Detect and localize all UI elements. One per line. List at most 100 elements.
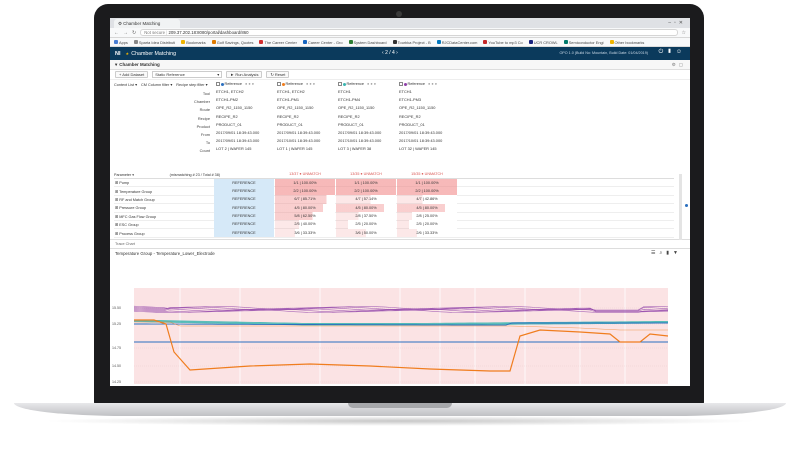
match-cell[interactable]: 1/1 | 100.00%	[275, 178, 335, 187]
bookmark-label: Tourbka Project - B	[397, 39, 431, 45]
match-cell[interactable]: REFERENCE	[214, 212, 274, 221]
column-actions-icon[interactable]: ● ● ●	[245, 82, 254, 86]
bookmark-icon	[609, 40, 614, 45]
match-cell[interactable]: REFERENCE	[214, 195, 274, 204]
bookmark-item[interactable]: Golf Savings, Quotes	[211, 39, 254, 45]
group-name[interactable]: ⊞ Pressure Group	[114, 205, 210, 210]
header-icons[interactable]: ⏻▮☺	[659, 49, 686, 56]
bookmark-item[interactable]: System Dashboard	[348, 40, 387, 45]
match-cell[interactable]: 2/2 | 100.00%	[275, 186, 335, 196]
match-cell[interactable]: 4/7 | 57.14%	[336, 195, 396, 204]
match-cell[interactable]: 2/5 | 20.00%	[397, 220, 457, 229]
bookmark-item[interactable]: RJCDataCenter.com	[436, 40, 477, 45]
panel-title: Chamber Matching	[119, 62, 160, 67]
match-cell[interactable]: 2/5 | 20.00%	[336, 220, 396, 229]
match-cell[interactable]: REFERENCE	[214, 220, 274, 229]
match-cell[interactable]: 2/2 | 100.00%	[397, 186, 457, 196]
match-cell[interactable]: 3/6 | 33.33%	[275, 228, 335, 238]
group-name[interactable]: ⊞ Pump	[114, 180, 210, 185]
bookmark-item[interactable]: UCR CROWL	[528, 40, 558, 45]
collapse-icon[interactable]: ▾	[115, 62, 117, 68]
group-name[interactable]: ⊞ ESC Group	[114, 222, 210, 227]
bookmark-item[interactable]: YouTube to mp3 Co	[483, 40, 523, 45]
bookmark-item[interactable]: Tourbka Project - B	[392, 39, 431, 45]
dataset-column: Reference ● ● ● ETCH1, ETCH2 ETCH1-PM2 OPE_R…	[214, 80, 274, 154]
y-tick-label: 14.75	[112, 346, 121, 350]
browser-tabbar: ⚙ Chamber Matching –▫✕	[110, 18, 690, 28]
match-cell[interactable]: 2/8 | 25.00%	[397, 212, 457, 221]
bookmark-item[interactable]: Semiconductor Engi	[563, 40, 604, 45]
bookmark-icon	[302, 40, 307, 45]
context-row-label: Tool	[202, 91, 210, 96]
url-field[interactable]: Not secure | 209.37.202.18:8080/portal/d…	[140, 29, 678, 36]
match-cell[interactable]: 2/2 | 100.00%	[336, 186, 396, 196]
match-cell[interactable]: REFERENCE	[214, 178, 274, 187]
recipe-step-filter[interactable]: Recipe step filter ▾	[176, 82, 207, 87]
cm-column-filter[interactable]: CM Column filter ▾	[141, 82, 172, 87]
group-name[interactable]: ⊞ Temperature Group	[114, 189, 210, 194]
checkbox[interactable]	[399, 82, 403, 86]
back-icon[interactable]: ←	[114, 30, 119, 36]
context-value: ETCH1-PM2	[216, 97, 239, 103]
checkbox[interactable]	[277, 82, 281, 86]
page-nav[interactable]: ‹ 2 / 4 ›	[382, 50, 398, 56]
bookmark-icon	[259, 40, 264, 45]
group-name[interactable]: ⊞ MFC Gas Flow Group	[114, 214, 210, 219]
column-actions-icon[interactable]: ● ● ●	[367, 82, 376, 86]
context-filters: Context List ▾ CM Column filter ▾ Recipe…	[114, 82, 208, 87]
bookmark-item[interactable]: Bookmarks	[181, 40, 206, 45]
match-cell[interactable]: 4/5 | 80.00%	[397, 203, 457, 213]
match-cell[interactable]: 3/6 | 50.00%	[336, 228, 396, 238]
group-row[interactable]: ⊞ Process Group REFERENCE 3/6 | 33.33% 3/6 …	[114, 228, 674, 238]
bookmark-item[interactable]: The Career Center	[259, 40, 297, 45]
column-actions-icon[interactable]: ● ● ●	[306, 82, 315, 86]
context-value: PRODUCT_01	[277, 121, 303, 127]
group-name[interactable]: ⊞ RF and Match Group	[114, 197, 210, 202]
bookmark-label: Other bookmarks	[614, 39, 645, 45]
dataset-column-header: Reference ● ● ●	[336, 80, 396, 88]
matching-table: Context List ▾ CM Column filter ▾ Recipe…	[110, 80, 690, 240]
match-cell[interactable]: 4/5 | 80.00%	[275, 203, 335, 213]
match-cell[interactable]: 5/8 | 62.50%	[275, 212, 335, 221]
match-cell[interactable]: 4/5 | 80.00%	[336, 203, 396, 213]
match-cell[interactable]: 2/8 | 37.50%	[336, 212, 396, 221]
trace-chart[interactable]: 15.50 15.25 14.75 14.50 14.25	[110, 286, 690, 386]
panel-controls[interactable]: ⚙▢	[672, 62, 686, 68]
context-list-filter[interactable]: Context List ▾	[114, 82, 137, 87]
match-cell[interactable]: 1/1 | 100.00%	[336, 178, 396, 187]
match-cell[interactable]: 2/6 | 33.33%	[397, 228, 457, 238]
bookmark-label: Golf Savings, Quotes	[216, 39, 254, 45]
group-name[interactable]: ⊞ Process Group	[114, 231, 210, 236]
vertical-scrollbar[interactable]	[679, 174, 682, 240]
bookmark-item[interactable]: Career Center - Gro	[302, 40, 343, 45]
parameter-label[interactable]: Parameter ▾	[114, 173, 156, 177]
context-value: 2017/10/01 18:39:43.000	[399, 138, 443, 144]
browser-tab[interactable]: ⚙ Chamber Matching	[114, 19, 180, 28]
match-cell[interactable]: 4/7 | 42.86%	[397, 195, 457, 204]
checkbox[interactable]	[338, 82, 342, 86]
context-value: PRODUCT_01	[216, 121, 242, 127]
reload-icon[interactable]: ↻	[132, 30, 136, 36]
column-actions-icon[interactable]: ● ● ●	[428, 82, 437, 86]
match-cell[interactable]: REFERENCE	[214, 228, 274, 238]
window-controls[interactable]: –▫✕	[668, 20, 686, 26]
bookmark-item[interactable]: Other bookmarks	[609, 39, 645, 45]
series-color-icon	[281, 82, 285, 86]
match-cell[interactable]: REFERENCE	[214, 203, 274, 213]
checkbox[interactable]	[216, 82, 220, 86]
match-cell[interactable]: REFERENCE	[214, 186, 274, 196]
run-analysis-button[interactable]: ► Run Analysis	[226, 71, 263, 78]
reference-select[interactable]: Static Reference	[152, 71, 223, 78]
context-row-label: Route	[199, 107, 210, 113]
bookmark-item[interactable]: Apps	[114, 40, 128, 45]
add-dataset-button[interactable]: + Add Dataset	[115, 71, 149, 78]
forward-icon[interactable]: →	[123, 30, 128, 36]
chart-tools[interactable]: ☰⌕▮▼	[651, 250, 682, 256]
reset-button[interactable]: ↻ Reset	[266, 71, 290, 78]
match-cell[interactable]: 1/1 | 100.00%	[397, 178, 457, 187]
match-cell[interactable]: 2/5 | 40.00%	[275, 220, 335, 229]
bookmark-item[interactable]: Sparta Idea Distributi	[133, 40, 175, 45]
star-icon[interactable]: ☆	[682, 30, 686, 36]
match-cell[interactable]: 6/7 | 85.71%	[275, 195, 335, 204]
context-row-label: Product	[196, 123, 210, 129]
